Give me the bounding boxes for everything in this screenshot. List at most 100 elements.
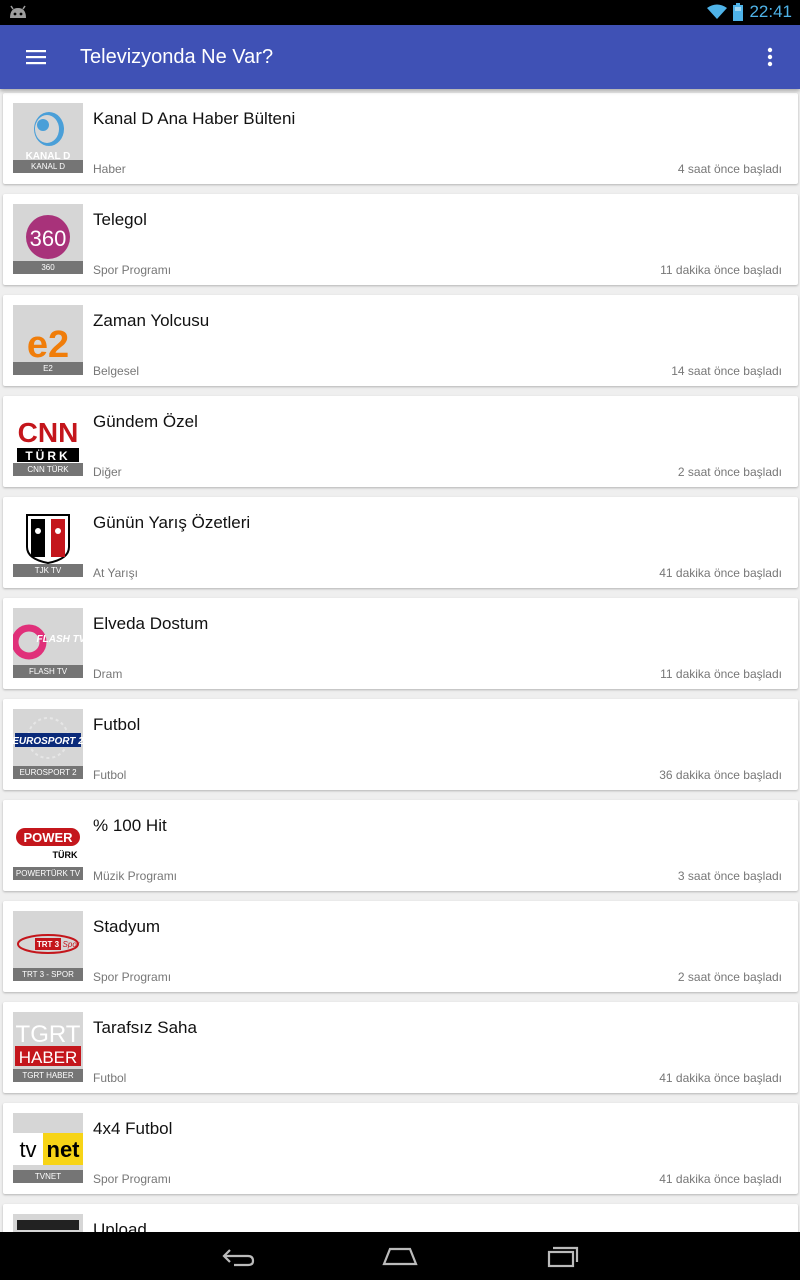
program-start-time: 36 dakika önce başladı xyxy=(659,768,782,782)
program-card[interactable]: FLASH TV FLASH TV Elveda Dostum Dram 11 … xyxy=(3,598,798,689)
program-genre: Futbol xyxy=(93,768,127,782)
program-start-time: 2 saat önce başladı xyxy=(677,465,782,479)
channel-logo: 360 360 xyxy=(13,204,83,274)
program-start-time: 4 saat önce başladı xyxy=(677,162,782,176)
program-title: Stadyum xyxy=(93,917,161,936)
trt3-spor-logo: TRT 3 Spor xyxy=(17,934,80,954)
home-icon[interactable] xyxy=(382,1244,418,1268)
program-start-time: 41 dakika önce başladı xyxy=(659,1172,782,1186)
program-start-time: 41 dakika önce başladı xyxy=(659,1071,782,1085)
channel-logo: e2 E2 xyxy=(13,305,83,375)
channel-logo: TRT 3 Spor TRT 3 - SPOR xyxy=(13,911,83,981)
program-card[interactable]: e2 E2 Zaman Yolcusu Belgesel 14 saat önc… xyxy=(3,295,798,386)
status-bar: 22:41 xyxy=(0,0,800,25)
program-genre: Haber xyxy=(93,162,126,176)
logo-subtext: Spor xyxy=(63,940,80,949)
program-title: Upload xyxy=(93,1220,147,1232)
eurosport-2-logo: EUROSPORT 2 xyxy=(13,717,83,759)
channel-name: TVNET xyxy=(13,1170,83,1183)
channel-logo: KANAL D KANAL D xyxy=(13,103,83,173)
logo-text: 360 xyxy=(30,226,67,251)
channel-logo: FLASH TV FLASH TV xyxy=(13,608,83,678)
channel-logo xyxy=(13,1214,83,1232)
channel-name: 360 xyxy=(13,261,83,274)
program-start-time: 3 saat önce başladı xyxy=(677,869,782,883)
channel-name: FLASH TV xyxy=(13,665,83,678)
android-debug-icon xyxy=(10,5,26,18)
battery-icon xyxy=(733,3,744,21)
program-card[interactable]: Upload xyxy=(3,1204,798,1232)
program-title: Gündem Özel xyxy=(93,412,198,431)
tjk-shield-icon xyxy=(13,507,83,565)
program-list[interactable]: KANAL D KANAL D Kanal D Ana Haber Bülten… xyxy=(0,89,800,1232)
program-card[interactable]: tv net TVNET 4x4 Futbol Spor Programı 41… xyxy=(3,1103,798,1194)
program-card[interactable]: 360 360 Telegol Spor Programı 11 dakika … xyxy=(3,194,798,285)
program-genre: At Yarışı xyxy=(93,566,138,580)
program-card[interactable]: TJK TV Günün Yarış Özetleri At Yarışı 41… xyxy=(3,497,798,588)
program-title: Kanal D Ana Haber Bülteni xyxy=(93,109,296,128)
program-card[interactable]: POWER TÜRK POWERTÜRK TV % 100 Hit Müzik … xyxy=(3,800,798,891)
clapperboard-icon xyxy=(17,1220,79,1230)
logo-subtext: TÜRK xyxy=(25,448,70,463)
channel-logo: TJK TV xyxy=(13,507,83,577)
channel-name: TJK TV xyxy=(13,564,83,577)
channel-name: POWERTÜRK TV xyxy=(13,867,83,880)
program-genre: Diğer xyxy=(93,465,122,479)
back-icon[interactable] xyxy=(220,1244,256,1268)
channel-name: EUROSPORT 2 xyxy=(13,766,83,779)
menu-icon[interactable] xyxy=(24,45,48,69)
program-title: Zaman Yolcusu xyxy=(93,311,210,330)
program-title: % 100 Hit xyxy=(93,816,167,835)
program-genre: Spor Programı xyxy=(93,970,172,984)
program-card[interactable]: KANAL D KANAL D Kanal D Ana Haber Bülten… xyxy=(3,93,798,184)
channel-name: TGRT HABER xyxy=(13,1069,83,1082)
program-start-time: 11 dakika önce başladı xyxy=(660,667,782,681)
wifi-icon xyxy=(707,4,728,19)
360-logo: 360 xyxy=(26,215,70,259)
channel-name: TRT 3 - SPOR xyxy=(13,968,83,981)
program-title: Günün Yarış Özetleri xyxy=(93,513,251,532)
logo-text: POWER xyxy=(23,830,73,845)
page-title: Televizyonda Ne Var? xyxy=(80,46,274,68)
program-start-time: 2 saat önce başladı xyxy=(677,970,782,984)
logo-text: EUROSPORT 2 xyxy=(13,736,83,747)
logo-subtext: TÜRK xyxy=(53,850,78,860)
app-bar: Televizyonda Ne Var? xyxy=(0,25,800,89)
logo-text: CNN xyxy=(18,417,79,448)
system-nav-bar xyxy=(0,1232,800,1280)
flash-tv-logo: FLASH TV xyxy=(13,624,83,660)
logo-text: e2 xyxy=(27,324,69,363)
recents-icon[interactable] xyxy=(544,1244,580,1268)
channel-logo: EUROSPORT 2 EUROSPORT 2 xyxy=(13,709,83,779)
channel-logo: POWER TÜRK POWERTÜRK TV xyxy=(13,810,83,880)
channel-name: KANAL D xyxy=(13,160,83,173)
program-card[interactable]: EUROSPORT 2 EUROSPORT 2 Futbol Futbol 36… xyxy=(3,699,798,790)
channel-name: CNN TÜRK xyxy=(13,463,83,476)
channel-logo: tv net TVNET xyxy=(13,1113,83,1183)
channel-logo: CNN TÜRK CNN TÜRK xyxy=(13,406,83,476)
program-card[interactable]: TGRT HABER TGRT HABER Tarafsız Saha Futb… xyxy=(3,1002,798,1093)
program-genre: Dram xyxy=(93,667,123,681)
cnn-turk-logo: CNN TÜRK xyxy=(13,406,83,464)
program-title: Futbol xyxy=(93,715,141,734)
channel-logo: TGRT HABER TGRT HABER xyxy=(13,1012,83,1082)
program-title: Telegol xyxy=(93,210,147,229)
powerturk-logo: POWER TÜRK xyxy=(13,810,83,868)
clock: 22:41 xyxy=(749,2,792,21)
logo-text: FLASH TV xyxy=(37,634,83,645)
kanal-d-logo: KANAL D xyxy=(26,112,70,161)
more-vert-icon[interactable] xyxy=(758,43,782,71)
program-start-time: 11 dakika önce başladı xyxy=(660,263,782,277)
program-genre: Spor Programı xyxy=(93,1172,172,1186)
program-title: 4x4 Futbol xyxy=(93,1119,173,1138)
logo-text: tv xyxy=(19,1137,36,1162)
program-title: Elveda Dostum xyxy=(93,614,209,633)
program-title: Tarafsız Saha xyxy=(93,1018,197,1037)
logo-subtext: HABER xyxy=(19,1048,78,1067)
logo-text: TRT 3 xyxy=(37,940,60,949)
program-start-time: 41 dakika önce başladı xyxy=(659,566,782,580)
channel-name: E2 xyxy=(13,362,83,375)
program-card[interactable]: TRT 3 Spor TRT 3 - SPOR Stadyum Spor Pro… xyxy=(3,901,798,992)
program-genre: Futbol xyxy=(93,1071,127,1085)
program-card[interactable]: CNN TÜRK CNN TÜRK Gündem Özel Diğer 2 sa… xyxy=(3,396,798,487)
